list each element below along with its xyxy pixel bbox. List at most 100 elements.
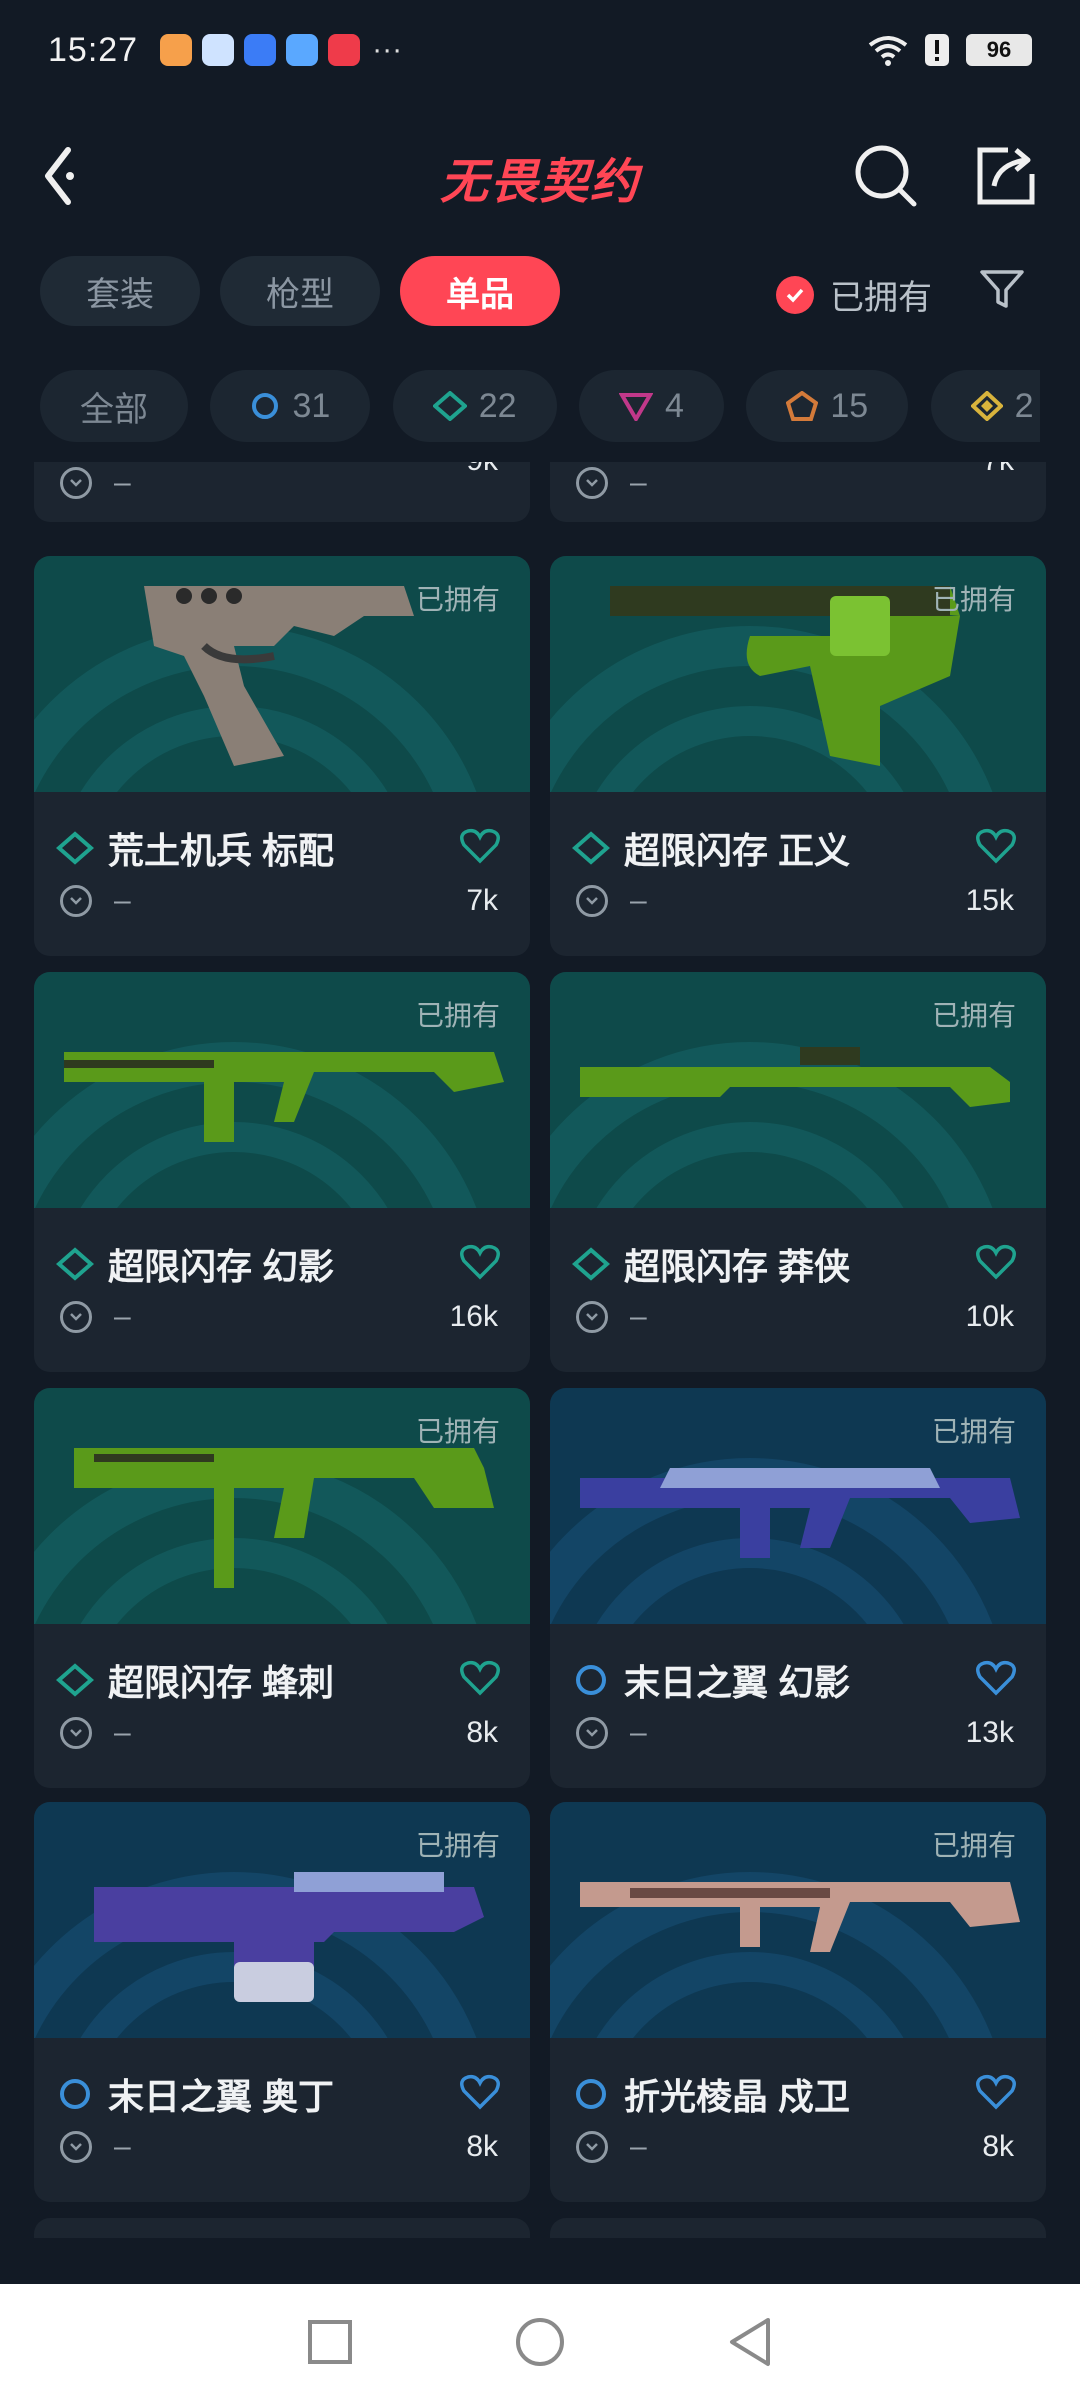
tab-bundles[interactable]: 套装 — [40, 256, 200, 326]
skin-meta: – — [576, 2130, 647, 2164]
select-tier-icon — [60, 2079, 90, 2109]
like-count: 8k — [466, 2130, 498, 2163]
chevron-badge-icon — [60, 467, 92, 499]
skin-name-row: 末日之翼 幻影 — [572, 1654, 850, 1706]
skin-meta: – — [60, 884, 131, 918]
skin-card[interactable]: – 9k — [34, 462, 530, 522]
heart-icon[interactable] — [460, 828, 500, 864]
skin-name-row: 末日之翼 奥丁 — [56, 2068, 334, 2120]
tab-single-items[interactable]: 单品 — [400, 256, 560, 326]
chevron-badge-icon — [576, 2131, 608, 2163]
owned-tag: 已拥有 — [415, 584, 500, 615]
tier-chip-exclusive[interactable]: 15 — [746, 370, 909, 442]
skin-card[interactable]: 已拥有 折光棱晶 戍卫 – 8k — [550, 1802, 1046, 2202]
tier-filter-row: 全部 31 22 4 15 2 — [40, 370, 1040, 442]
skin-grid: – 9k – 7k — [0, 462, 1080, 2238]
deluxe-tier-icon — [56, 1247, 94, 1281]
skin-meta: – — [576, 1716, 647, 1750]
skin-card[interactable] — [34, 2218, 530, 2238]
deluxe-tier-icon — [572, 831, 610, 865]
tier-chip-all[interactable]: 全部 — [40, 370, 188, 442]
skin-name: 末日之翼 奥丁 — [108, 2076, 335, 2117]
recent-apps-icon[interactable] — [306, 2318, 354, 2366]
deluxe-tier-icon — [56, 831, 94, 865]
ultra-tier-icon — [970, 391, 1003, 421]
home-icon[interactable] — [514, 2316, 566, 2368]
heart-icon[interactable] — [976, 1660, 1016, 1696]
skin-info: 末日之翼 幻影 – 13k — [550, 1624, 1046, 1788]
back-nav-icon[interactable] — [726, 2316, 774, 2368]
owned-tag: 已拥有 — [415, 1000, 500, 1031]
tab-weapon-type[interactable]: 枪型 — [220, 256, 380, 326]
like-count: 15k — [965, 884, 1014, 917]
app-notification-icon — [202, 34, 235, 66]
skin-image: 已拥有 — [550, 1388, 1046, 1624]
skin-info: 折光棱晶 戍卫 – 8k — [550, 2038, 1046, 2202]
search-icon[interactable] — [850, 140, 920, 210]
like-count: 7k — [982, 462, 1014, 478]
heart-icon[interactable] — [976, 2074, 1016, 2110]
skin-meta: – — [60, 466, 131, 500]
skin-name-row: 超限闪存 蜂刺 — [56, 1654, 334, 1706]
share-icon[interactable] — [970, 140, 1040, 210]
app-root: 15:27 ··· 96 无畏契约 套装 枪型 单品 已拥有 全部 31 22 … — [0, 0, 1080, 2400]
skin-variant-text: – — [630, 884, 647, 917]
tier-chip-label: 15 — [830, 386, 869, 425]
skin-info: 超限闪存 幻影 – 16k — [34, 1208, 530, 1372]
owned-filter-toggle[interactable]: 已拥有 — [776, 270, 932, 319]
exclusive-tier-icon — [786, 391, 819, 421]
status-time: 15:27 — [48, 30, 139, 69]
heart-icon[interactable] — [976, 1244, 1016, 1280]
status-right: 96 — [868, 33, 1032, 67]
alert-icon — [925, 34, 949, 66]
status-bar: 15:27 ··· 96 — [0, 0, 1080, 100]
skin-card[interactable]: 已拥有 末日之翼 奥丁 – 8k — [34, 1802, 530, 2202]
skin-card[interactable]: 已拥有 超限闪存 正义 – 15k — [550, 556, 1046, 956]
skin-variant-text: – — [114, 1300, 131, 1333]
skin-info: 超限闪存 蜂刺 – 8k — [34, 1624, 530, 1788]
filter-icon[interactable] — [978, 268, 1026, 312]
tier-chip-select[interactable]: 31 — [210, 370, 371, 442]
skin-variant-text: – — [114, 884, 131, 917]
system-nav-bar — [0, 2284, 1080, 2400]
skin-card[interactable]: 已拥有 荒土机兵 标配 – 7k — [34, 556, 530, 956]
tier-chip-premium[interactable]: 4 — [579, 370, 724, 442]
skin-card[interactable] — [550, 2218, 1046, 2238]
wifi-icon — [868, 36, 908, 66]
chevron-badge-icon — [576, 1301, 608, 1333]
heart-icon[interactable] — [976, 828, 1016, 864]
tier-chip-label: 4 — [665, 386, 684, 425]
app-header: 无畏契约 — [0, 100, 1080, 250]
heart-icon[interactable] — [460, 1660, 500, 1696]
select-tier-icon — [576, 2079, 606, 2109]
like-count: 9k — [466, 462, 498, 478]
skin-name: 超限闪存 正义 — [624, 830, 851, 871]
notification-icons — [160, 34, 361, 66]
skin-name: 超限闪存 蜂刺 — [108, 1662, 335, 1703]
skin-info: 超限闪存 莽侠 – 10k — [550, 1208, 1046, 1372]
skin-card[interactable]: 已拥有 超限闪存 莽侠 – 10k — [550, 972, 1046, 1372]
deluxe-tier-icon — [572, 1247, 610, 1281]
skin-variant-text: – — [630, 2130, 647, 2163]
skin-name-row: 折光棱晶 戍卫 — [572, 2068, 850, 2120]
skin-name: 折光棱晶 戍卫 — [624, 2076, 851, 2117]
skin-variant-text: – — [114, 2130, 131, 2163]
skin-card[interactable]: 已拥有 超限闪存 蜂刺 – 8k — [34, 1388, 530, 1788]
select-tier-icon — [252, 393, 279, 419]
skin-name-row: 超限闪存 幻影 — [56, 1238, 334, 1290]
heart-icon[interactable] — [460, 2074, 500, 2110]
tier-chip-deluxe[interactable]: 22 — [392, 370, 557, 442]
chevron-badge-icon — [576, 467, 608, 499]
skin-card[interactable]: 已拥有 超限闪存 幻影 – 16k — [34, 972, 530, 1372]
chevron-badge-icon — [60, 1301, 92, 1333]
premium-tier-icon — [619, 393, 654, 421]
skin-card[interactable]: 已拥有 末日之翼 幻影 – 13k — [550, 1388, 1046, 1788]
skin-variant-text: – — [114, 1716, 131, 1749]
skin-variant-text: – — [114, 466, 131, 499]
tier-chip-ultra[interactable]: 2 — [930, 370, 1040, 442]
skin-meta: – — [60, 2130, 131, 2164]
app-notification-icon — [160, 34, 193, 66]
skin-name: 末日之翼 幻影 — [624, 1662, 851, 1703]
heart-icon[interactable] — [460, 1244, 500, 1280]
skin-card[interactable]: – 7k — [550, 462, 1046, 522]
